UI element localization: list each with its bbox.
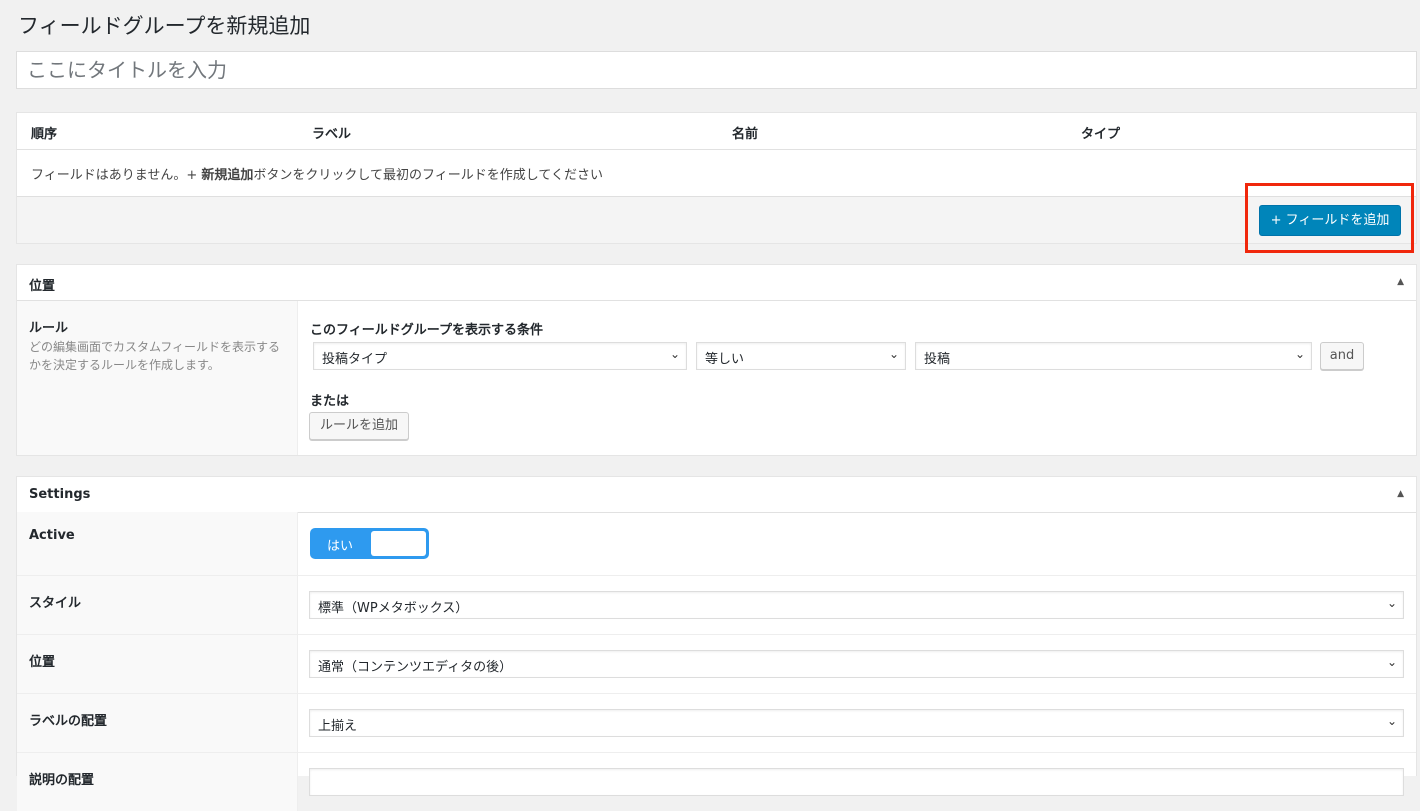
label-placement-label: ラベルの配置 <box>17 694 298 752</box>
location-panel: 位置 ▲ ルール どの編集画面でカスタムフィールドを表示するかを決定するルールを作… <box>16 264 1417 456</box>
param-select[interactable]: 投稿タイプ ⌄ <box>313 342 687 370</box>
fields-table-header: 順序 ラベル 名前 タイプ <box>17 113 1416 150</box>
settings-panel: Settings ▲ Active はい スタイル 標準（WPメタボックス） ⌄ 位… <box>16 476 1417 811</box>
rule-label-cell: ルール どの編集画面でカスタムフィールドを表示するかを決定するルールを作成します… <box>17 301 298 455</box>
add-field-button[interactable]: + フィールドを追加 <box>1259 205 1401 236</box>
operator-value: 等しい <box>705 352 745 367</box>
and-button[interactable]: and <box>1320 342 1364 370</box>
settings-title: Settings <box>29 487 91 502</box>
instruction-placement-select[interactable] <box>309 768 1404 796</box>
title-placeholder: ここにタイトルを入力 <box>27 58 227 82</box>
toggle-label: はい <box>327 539 354 554</box>
position-select[interactable]: 通常（コンテンツエディタの後） ⌄ <box>309 650 1404 678</box>
location-header[interactable]: 位置 ▲ <box>17 265 1416 301</box>
column-order: 順序 <box>31 127 58 142</box>
settings-row-position: 位置 通常（コンテンツエディタの後） ⌄ <box>17 634 1416 693</box>
title-input[interactable]: ここにタイトルを入力 <box>16 51 1417 89</box>
rule-description: どの編集画面でカスタムフィールドを表示するかを決定するルールを作成します。 <box>29 340 281 372</box>
rule-label: ルール <box>29 321 69 336</box>
column-type: タイプ <box>1081 127 1121 142</box>
instruction-placement-label: 説明の配置 <box>17 753 298 811</box>
column-name: 名前 <box>732 127 759 142</box>
style-label: スタイル <box>17 576 298 634</box>
chevron-down-icon: ⌄ <box>1386 714 1397 728</box>
or-label: または <box>310 394 350 409</box>
settings-header[interactable]: Settings ▲ <box>17 477 1416 513</box>
value-select[interactable]: 投稿 ⌄ <box>915 342 1312 370</box>
location-title: 位置 <box>29 279 56 294</box>
empty-message-text-2: ボタンをクリックして最初のフィールドを作成してください <box>253 168 603 183</box>
chevron-down-icon: ⌄ <box>1386 655 1397 669</box>
position-label: 位置 <box>17 635 298 693</box>
label-placement-value: 上揃え <box>318 719 358 734</box>
fields-footer <box>17 197 1416 243</box>
chevron-down-icon: ⌄ <box>1294 347 1305 361</box>
style-value: 標準（WPメタボックス） <box>318 601 469 616</box>
collapse-arrow-icon[interactable]: ▲ <box>1397 489 1404 499</box>
active-toggle[interactable]: はい <box>310 528 429 559</box>
label-placement-select[interactable]: 上揃え ⌄ <box>309 709 1404 737</box>
position-value: 通常（コンテンツエディタの後） <box>318 660 513 675</box>
page-title: フィールドグループを新規追加 <box>18 14 311 38</box>
empty-message-text: フィールドはありません。+ <box>31 168 202 183</box>
settings-row-style: スタイル 標準（WPメタボックス） ⌄ <box>17 575 1416 634</box>
style-select[interactable]: 標準（WPメタボックス） ⌄ <box>309 591 1404 619</box>
toggle-knob <box>371 531 426 556</box>
settings-row-label-placement: ラベルの配置 上揃え ⌄ <box>17 693 1416 752</box>
chevron-down-icon: ⌄ <box>669 347 680 361</box>
value-value: 投稿 <box>924 352 951 367</box>
chevron-down-icon: ⌄ <box>888 347 899 361</box>
condition-heading: このフィールドグループを表示する条件 <box>310 323 543 338</box>
fields-panel: 順序 ラベル 名前 タイプ フィールドはありません。+ 新規追加ボタンをクリック… <box>16 112 1417 244</box>
settings-row-instruction-placement: 説明の配置 <box>17 752 1416 811</box>
column-label: ラベル <box>312 127 352 142</box>
active-label: Active <box>17 512 298 575</box>
chevron-down-icon: ⌄ <box>1386 596 1397 610</box>
settings-row-active: Active はい <box>17 512 1416 575</box>
collapse-arrow-icon[interactable]: ▲ <box>1397 277 1404 287</box>
param-value: 投稿タイプ <box>322 352 388 367</box>
empty-message-bold: 新規追加 <box>201 168 254 183</box>
add-rule-button[interactable]: ルールを追加 <box>309 412 409 440</box>
operator-select[interactable]: 等しい ⌄ <box>696 342 906 370</box>
empty-fields-message: フィールドはありません。+ 新規追加ボタンをクリックして最初のフィールドを作成し… <box>17 150 1416 197</box>
